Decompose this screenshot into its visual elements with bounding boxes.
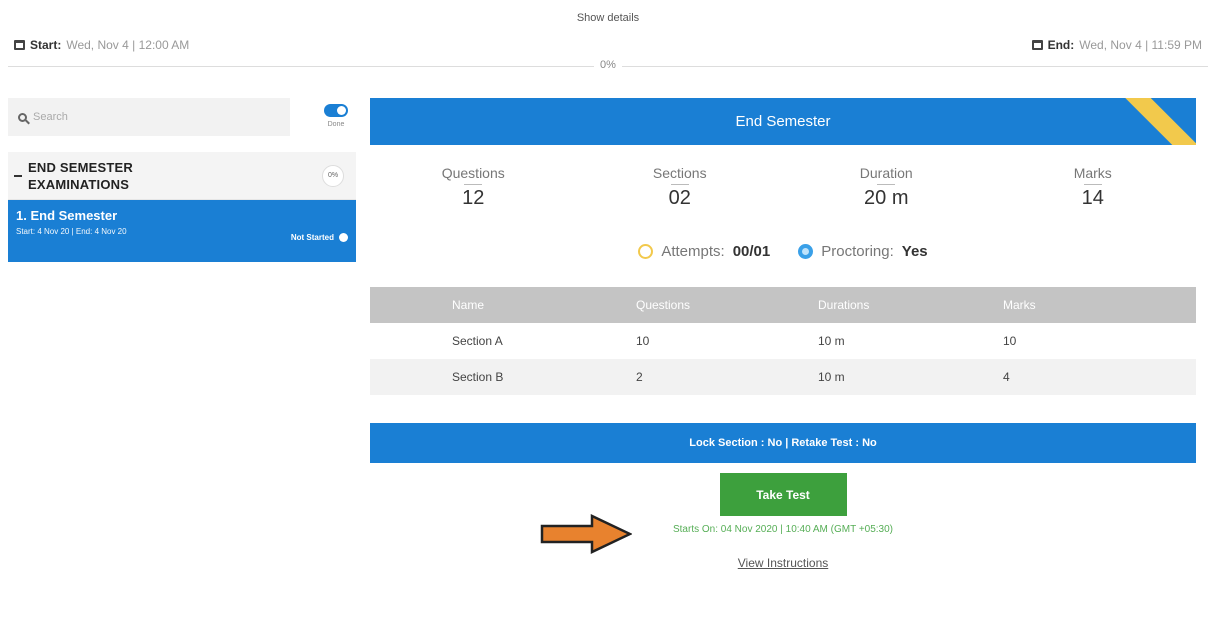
stat-questions: Questions 12 bbox=[370, 165, 577, 228]
group-title-line2: EXAMINATIONS bbox=[28, 176, 130, 192]
stat-label: Questions bbox=[441, 165, 505, 181]
table-row: Section B 2 10 m 4 bbox=[370, 359, 1196, 395]
lock-info-bar: Lock Section : No | Retake Test : No bbox=[370, 423, 1196, 463]
progress-percent: 0% bbox=[594, 59, 622, 71]
group-title: END SEMESTER EXAMINATIONS bbox=[14, 159, 133, 193]
start-label: Start: bbox=[30, 38, 62, 52]
top-header: Show details Start: Wed, Nov 4 | 12:00 A… bbox=[0, 0, 1216, 80]
end-value: Wed, Nov 4 | 11:59 PM bbox=[1079, 38, 1202, 52]
starts-on-text: Starts On: 04 Nov 2020 | 10:40 AM (GMT +… bbox=[672, 524, 894, 535]
search-placeholder: Search bbox=[33, 111, 68, 123]
start-date: Start: Wed, Nov 4 | 12:00 AM bbox=[14, 38, 189, 52]
exam-info-row: Attempts: 00/01 Proctoring: Yes bbox=[370, 234, 1196, 268]
calendar-icon bbox=[1031, 40, 1043, 50]
proctoring-icon bbox=[798, 243, 814, 259]
column-header-questions: Questions bbox=[636, 287, 818, 323]
done-toggle-label: Done bbox=[327, 121, 345, 128]
cell-questions: 2 bbox=[636, 359, 818, 395]
start-value: Wed, Nov 4 | 12:00 AM bbox=[66, 38, 190, 52]
show-details-link[interactable]: Show details bbox=[0, 12, 1216, 24]
attempts-icon bbox=[638, 243, 654, 259]
search-row: Search Done bbox=[8, 98, 356, 138]
status-badge: Not Started bbox=[291, 233, 348, 242]
corner-ribbon bbox=[1108, 98, 1196, 145]
stat-value: 20 m bbox=[864, 187, 909, 209]
proctoring-info: Proctoring: Yes bbox=[798, 242, 928, 260]
cell-section-name: Section B bbox=[370, 359, 636, 395]
done-toggle-wrap: Done bbox=[316, 98, 356, 128]
column-header-name: Name bbox=[370, 287, 636, 323]
stat-value: 14 bbox=[1081, 187, 1104, 209]
column-header-durations: Durations bbox=[818, 287, 1003, 323]
cell-questions: 10 bbox=[636, 334, 650, 348]
take-test-button[interactable]: Take Test bbox=[719, 473, 847, 516]
stat-label: Duration bbox=[859, 165, 913, 181]
group-title-text: END SEMESTER EXAMINATIONS bbox=[28, 159, 133, 193]
column-header-marks: Marks bbox=[1003, 287, 1196, 323]
table-row: Section A 10 10 m 10 bbox=[370, 323, 1196, 359]
done-toggle[interactable] bbox=[324, 104, 348, 117]
stat-value: 02 bbox=[668, 187, 691, 209]
attempts-info: Attempts: 00/01 bbox=[638, 243, 770, 260]
stat-duration: Duration 20 m bbox=[783, 165, 990, 228]
end-label: End: bbox=[1047, 38, 1075, 52]
sidebar: Search Done END SEMESTER EXAMINATIONS 0%… bbox=[8, 98, 356, 262]
starts-on-row: Starts On: 04 Nov 2020 | 10:40 AM (GMT +… bbox=[370, 514, 1196, 554]
sidebar-item-end-semester[interactable]: 1. End Semester Start: 4 Nov 20 | End: 4… bbox=[8, 200, 356, 262]
calendar-icon bbox=[14, 40, 25, 50]
proctoring-label: Proctoring: bbox=[821, 242, 894, 260]
status-dot-icon bbox=[339, 233, 348, 242]
group-header[interactable]: END SEMESTER EXAMINATIONS 0% bbox=[8, 152, 356, 200]
table-header-row: Name Questions Durations Marks bbox=[370, 287, 1196, 323]
collapse-icon bbox=[14, 174, 22, 177]
exam-stats: Questions 12 Sections 02 Duration 20 m M… bbox=[370, 145, 1196, 228]
stat-divider bbox=[877, 184, 896, 185]
cell-duration: 10 m bbox=[818, 334, 845, 348]
stat-marks: Marks 14 bbox=[990, 165, 1197, 228]
group-percent-badge: 0% bbox=[322, 164, 344, 187]
main-content: End Semester Questions 12 Sections 02 Du… bbox=[370, 98, 1196, 570]
group-title-line1: END SEMESTER bbox=[28, 159, 133, 175]
attempts-value: 00/01 bbox=[732, 242, 771, 260]
attempts-label: Attempts: bbox=[661, 242, 725, 260]
stat-divider bbox=[464, 184, 483, 185]
stat-sections: Sections 02 bbox=[577, 165, 784, 228]
search-icon bbox=[18, 112, 27, 122]
end-date: End: Wed, Nov 4 | 11:59 PM bbox=[1031, 38, 1202, 52]
cell-marks: 4 bbox=[1003, 359, 1196, 395]
cell-section-name: Section A bbox=[452, 334, 503, 348]
stat-divider bbox=[670, 184, 689, 185]
test-item-title: 1. End Semester bbox=[16, 208, 118, 223]
stat-value: 12 bbox=[462, 187, 485, 209]
view-instructions-link[interactable]: View Instructions bbox=[370, 556, 1196, 570]
cell-duration: 10 m bbox=[818, 359, 1003, 395]
stat-divider bbox=[1083, 184, 1102, 185]
stat-label: Marks bbox=[1073, 165, 1112, 181]
status-text: Not Started bbox=[290, 233, 334, 242]
exam-title: End Semester bbox=[735, 113, 831, 130]
progress-indicator: 0% bbox=[0, 59, 1216, 71]
stat-label: Sections bbox=[652, 165, 707, 181]
cell-marks: 10 bbox=[1003, 334, 1017, 348]
search-input[interactable]: Search bbox=[8, 98, 290, 136]
sections-table: Name Questions Durations Marks Section A… bbox=[370, 287, 1196, 395]
proctoring-value: Yes bbox=[901, 242, 928, 260]
exam-banner: End Semester bbox=[370, 98, 1196, 145]
